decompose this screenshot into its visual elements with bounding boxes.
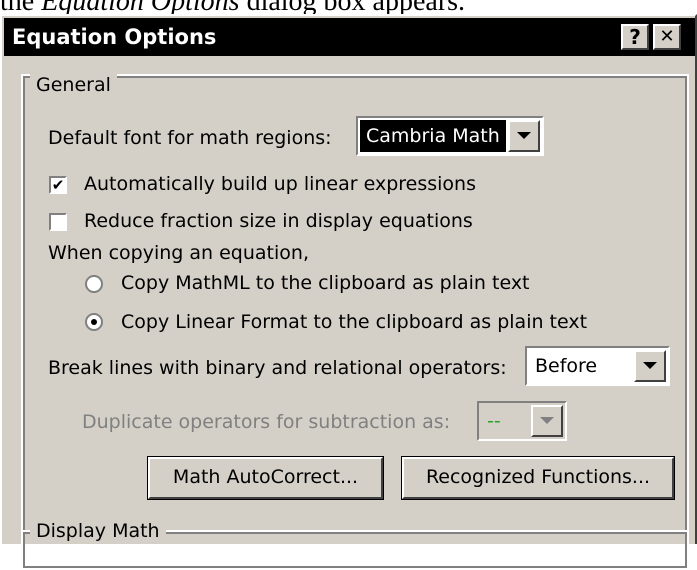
chevron-down-icon[interactable] — [634, 350, 666, 382]
copy-mathml-label[interactable]: Copy MathML to the clipboard as plain te… — [121, 272, 530, 294]
break-lines-label: Break lines with binary and relational o… — [48, 357, 507, 379]
break-lines-value: Before — [535, 355, 598, 377]
equation-options-dialog: Equation Options ? ✕ General Default fon… — [0, 14, 697, 570]
default-font-label-text: Default font for math regions: — [48, 127, 332, 149]
help-button[interactable]: ? — [621, 24, 649, 50]
title-bar[interactable]: Equation Options ? ✕ — [4, 18, 695, 56]
copying-label: When copying an equation, — [48, 242, 309, 264]
recognized-functions-button[interactable]: Recognized Functions... — [401, 456, 675, 500]
default-font-dropdown[interactable]: Cambria Math — [356, 116, 544, 156]
reduce-fraction-checkbox[interactable] — [49, 213, 67, 231]
close-icon: ✕ — [659, 26, 675, 47]
chevron-down-icon[interactable] — [508, 120, 540, 152]
duplicate-label: Duplicate operators for subtraction as: — [82, 411, 451, 433]
chevron-down-icon — [531, 405, 563, 437]
reduce-fraction-label[interactable]: Reduce fraction size in display equation… — [84, 210, 473, 232]
duplicate-value: -- — [487, 410, 501, 432]
default-font-label: Default font for math regions: — [48, 127, 332, 149]
copy-linear-label[interactable]: Copy Linear Format to the clipboard as p… — [121, 311, 587, 333]
break-lines-dropdown[interactable]: Before — [525, 346, 670, 386]
auto-build-checkbox[interactable]: ✔ — [49, 176, 67, 194]
duplicate-dropdown: -- — [477, 401, 567, 441]
close-button[interactable]: ✕ — [653, 24, 681, 50]
dialog-title: Equation Options — [12, 25, 217, 49]
general-legend: General — [30, 74, 117, 96]
copy-mathml-radio[interactable] — [85, 275, 103, 293]
auto-build-label[interactable]: Automatically build up linear expression… — [84, 173, 476, 195]
math-autocorrect-button[interactable]: Math AutoCorrect... — [147, 456, 384, 500]
display-math-legend: Display Math — [30, 520, 166, 542]
default-font-value: Cambria Math — [360, 120, 506, 152]
copy-linear-radio[interactable] — [85, 313, 103, 331]
